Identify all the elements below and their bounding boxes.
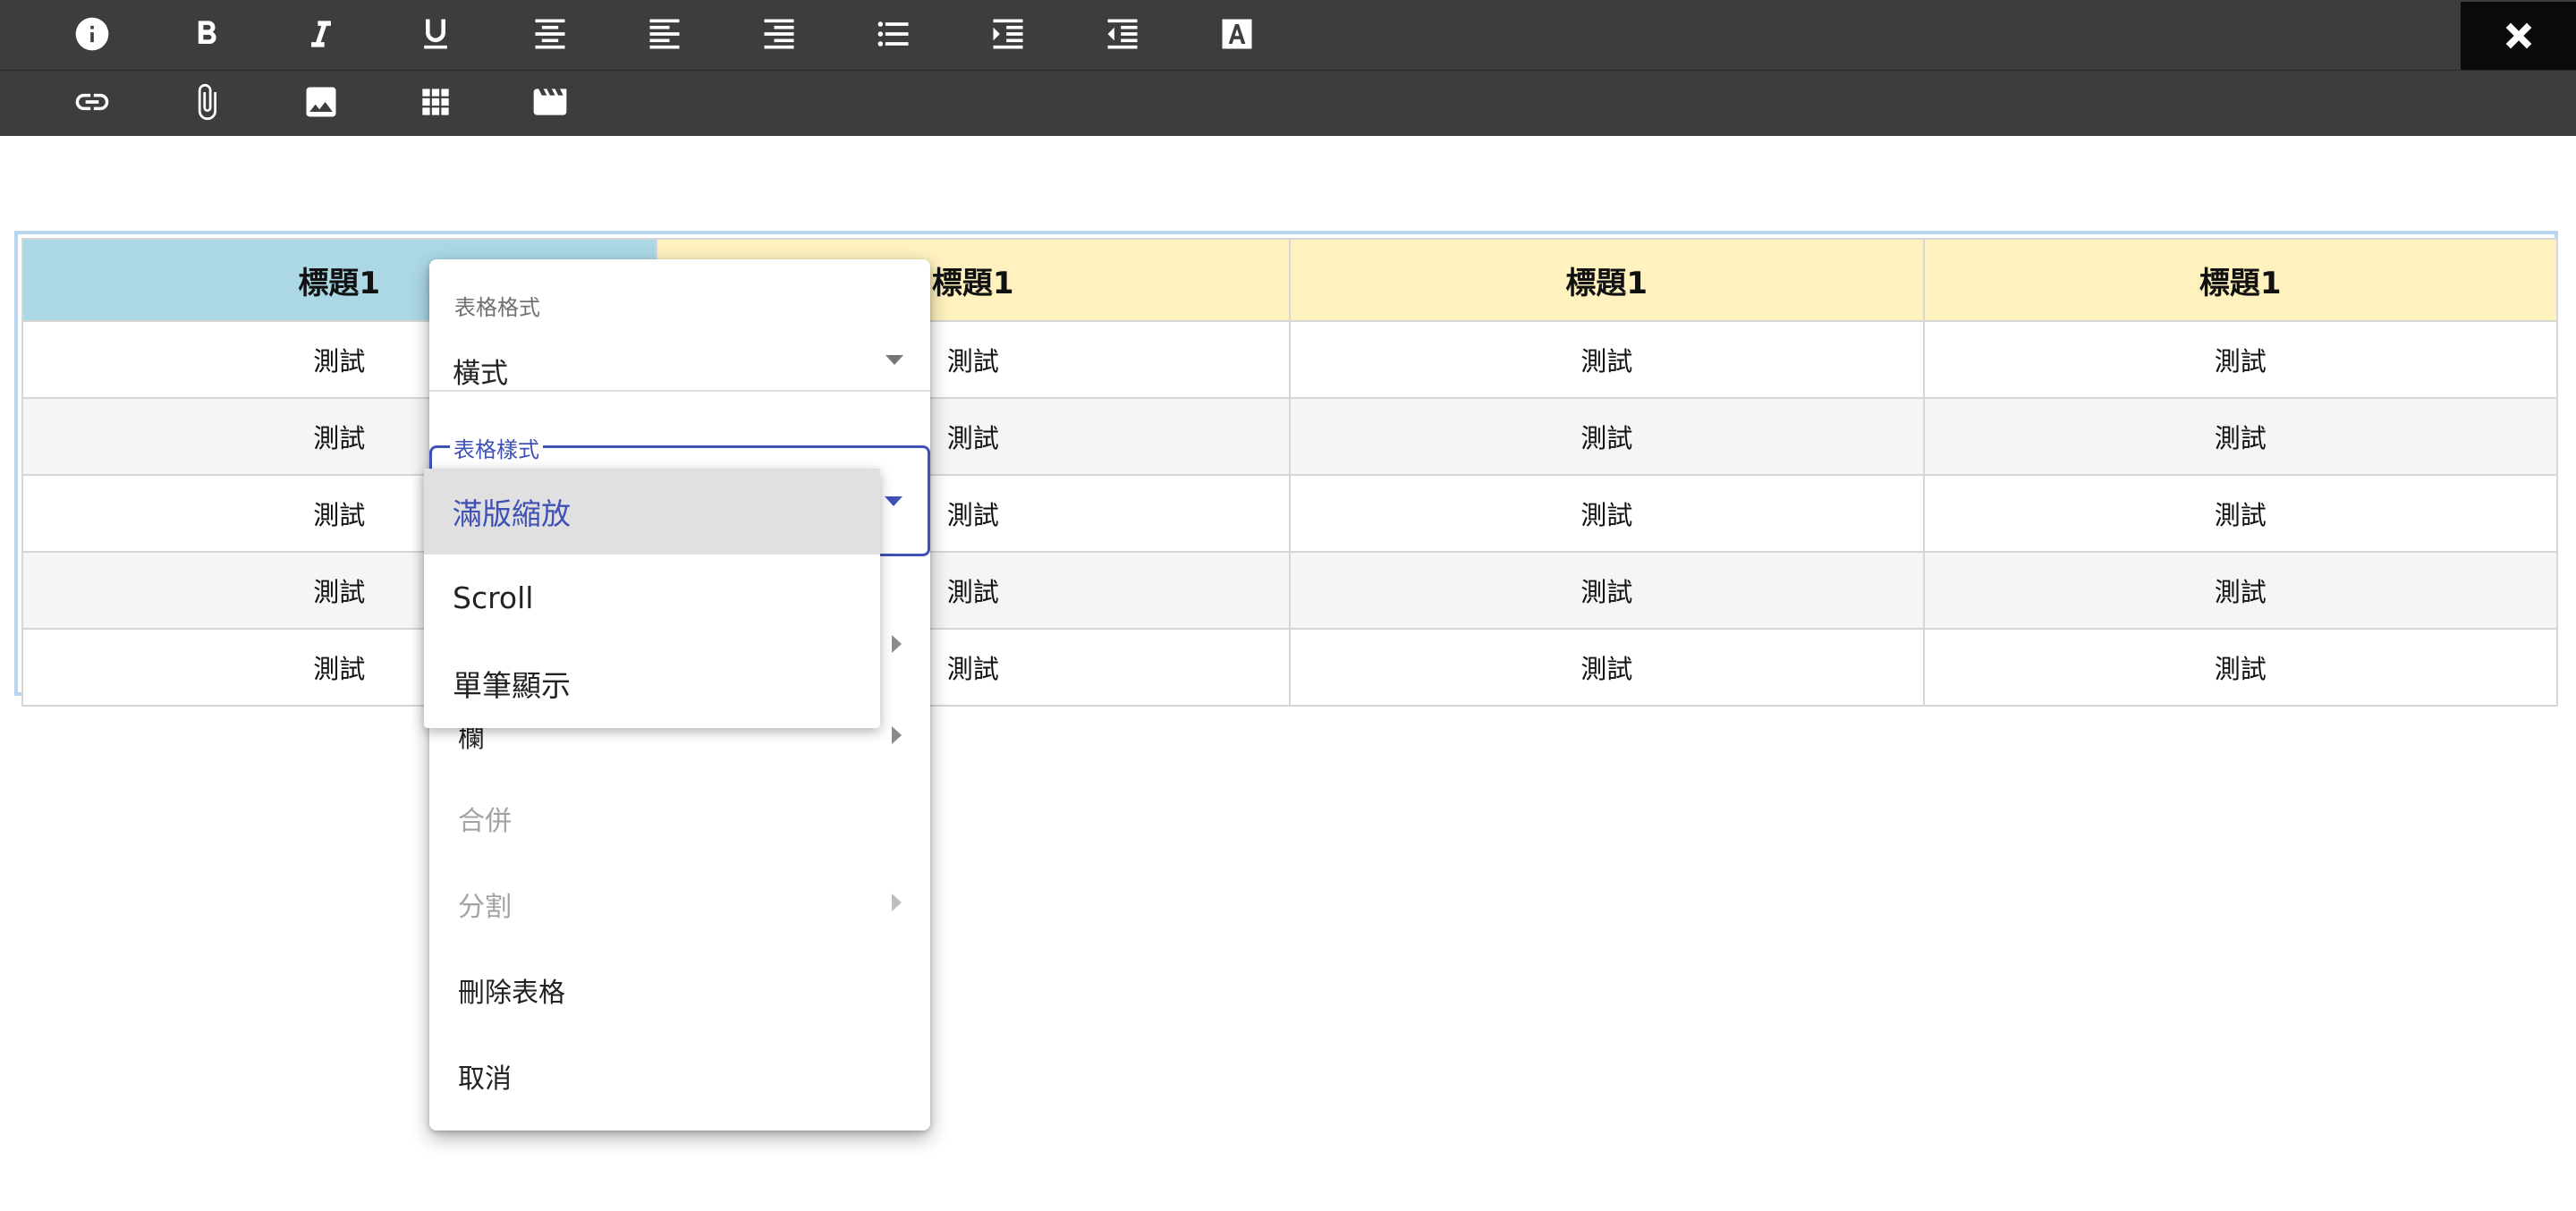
link-icon <box>75 93 109 111</box>
dropdown-arrow-icon <box>886 355 903 365</box>
bold-icon <box>198 21 216 44</box>
image-icon <box>306 87 336 117</box>
close-editor-button[interactable] <box>2461 2 2576 70</box>
table-format-select[interactable]: 表格格式 橫式 <box>429 279 930 392</box>
insert-table-button[interactable] <box>400 70 471 134</box>
style-option-scroll[interactable]: Scroll <box>424 555 880 640</box>
insert-image-button[interactable] <box>285 70 357 134</box>
table-row: 測試 測試 測試 測試 <box>21 320 2558 399</box>
align-center-button[interactable] <box>514 2 586 66</box>
table-header-cell[interactable]: 標題1 <box>1289 238 1925 322</box>
table-cell[interactable]: 測試 <box>1289 320 1925 399</box>
submenu-arrow-icon <box>892 635 902 653</box>
table-row: 測試 測試 測試 測試 <box>21 397 2558 476</box>
italic-icon <box>311 21 331 47</box>
toolbar-row-1 <box>0 2 2576 71</box>
indent-decrease-icon <box>1107 19 1138 49</box>
underline-button[interactable] <box>400 2 471 66</box>
table-cell[interactable]: 測試 <box>1289 628 1925 707</box>
table-cell[interactable]: 測試 <box>1289 551 1925 630</box>
table-row: 測試 測試 測試 測試 <box>21 474 2558 553</box>
align-right-icon <box>764 19 794 49</box>
insert-link-button[interactable] <box>56 70 128 134</box>
table-cell[interactable]: 測試 <box>1922 628 2558 707</box>
close-icon <box>2505 22 2531 49</box>
align-center-icon <box>535 19 565 49</box>
info-button[interactable] <box>56 2 128 66</box>
attach-file-button[interactable] <box>171 70 242 134</box>
table-row: 測試 測試 測試 測試 <box>21 551 2558 630</box>
table-cell[interactable]: 測試 <box>1289 474 1925 553</box>
table-icon <box>422 89 449 115</box>
font-color-button[interactable] <box>1201 2 1273 66</box>
submenu-arrow-icon <box>892 893 902 911</box>
menu-item-merge[interactable]: 合併 <box>458 799 512 838</box>
table-format-label: 表格格式 <box>451 290 544 321</box>
style-option-full-width[interactable]: 滿版縮放 <box>424 469 880 555</box>
video-icon <box>533 89 567 115</box>
menu-item-delete-table[interactable]: 刪除表格 <box>458 970 565 1010</box>
indent-increase-button[interactable] <box>972 2 1044 66</box>
bulleted-list-button[interactable] <box>858 2 929 66</box>
table-header-cell[interactable]: 標題1 <box>1922 238 2558 322</box>
table-header-row: 標題1 標題1 標題1 標題1 <box>21 238 2558 322</box>
dropdown-arrow-icon <box>885 496 902 506</box>
table-style-label: 表格樣式 <box>450 432 543 463</box>
indent-increase-icon <box>993 19 1023 49</box>
indent-decrease-button[interactable] <box>1087 2 1158 66</box>
toolbar-row-2 <box>0 70 2576 138</box>
align-right-button[interactable] <box>743 2 815 66</box>
table-cell[interactable]: 測試 <box>1922 551 2558 630</box>
table-row: 測試 測試 測試 測試 <box>21 628 2558 707</box>
table-cell[interactable]: 測試 <box>1922 320 2558 399</box>
table-style-dropdown: 滿版縮放 Scroll 單筆顯示 <box>424 469 880 728</box>
table-cell[interactable]: 測試 <box>1922 474 2558 553</box>
attach-icon <box>198 83 216 121</box>
style-option-single-record[interactable]: 單筆顯示 <box>424 640 880 726</box>
info-icon <box>75 17 109 51</box>
submenu-arrow-icon <box>892 726 902 744</box>
font-color-icon <box>1222 19 1252 49</box>
table-cell[interactable]: 測試 <box>1922 397 2558 476</box>
insert-video-button[interactable] <box>514 70 586 134</box>
underline-icon <box>424 19 447 49</box>
content-table: 標題1 標題1 標題1 標題1 測試 測試 測試 測試 測試 測試 測試 測試 … <box>21 238 2558 707</box>
menu-item-split[interactable]: 分割 <box>458 885 512 924</box>
table-format-value: 橫式 <box>453 358 508 390</box>
bold-button[interactable] <box>171 2 242 66</box>
table-cell[interactable]: 測試 <box>1289 397 1925 476</box>
menu-item-cancel[interactable]: 取消 <box>458 1056 512 1096</box>
editor-toolbar <box>0 0 2576 136</box>
bulleted-list-icon <box>877 21 909 47</box>
align-left-button[interactable] <box>629 2 700 66</box>
table-container: 標題1 標題1 標題1 標題1 測試 測試 測試 測試 測試 測試 測試 測試 … <box>14 231 2558 707</box>
italic-button[interactable] <box>285 2 357 66</box>
align-left-icon <box>649 19 680 49</box>
